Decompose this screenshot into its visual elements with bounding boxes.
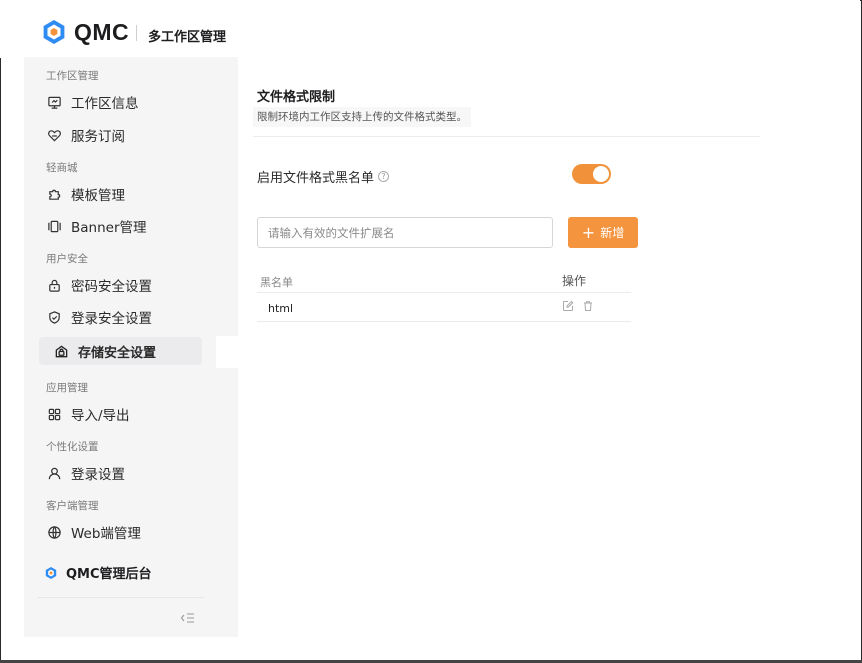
table-row-name: html xyxy=(268,302,294,315)
sidebar-item-label: 登录设置 xyxy=(71,467,125,483)
sidebar-item-import-export[interactable]: 导入/导出 xyxy=(42,400,206,428)
sidebar-gutter-notch xyxy=(216,336,238,368)
page-title: 多工作区管理 xyxy=(148,30,227,45)
sidebar-group-mall: 轻商城 xyxy=(46,162,78,174)
sidebar-item-label: 模板管理 xyxy=(71,188,125,204)
heart-icon xyxy=(46,127,62,143)
sidebar-item-label: 服务订阅 xyxy=(71,129,125,145)
grid-icon xyxy=(46,406,62,422)
storage-lock-icon xyxy=(53,343,69,359)
column-header-actions: 操作 xyxy=(562,274,587,288)
edit-icon[interactable] xyxy=(562,300,574,312)
sidebar-group-personalization: 个性化设置 xyxy=(46,441,99,453)
sidebar: 工作区管理 工作区信息 服务订阅 轻商城 模板管理 Banner管理 用户安全 … xyxy=(24,57,212,637)
logo[interactable]: QMC xyxy=(40,18,129,46)
main-content: 文件格式限制 限制环境内工作区支持上传的文件格式类型。 启用文件格式黑名单 ? … xyxy=(238,67,760,637)
sidebar-item-password-security[interactable]: 密码安全设置 xyxy=(42,271,206,299)
top-header: QMC 多工作区管理 xyxy=(0,0,860,58)
toggle-knob xyxy=(593,166,609,182)
lock-icon xyxy=(46,277,62,293)
qmc-admin-link[interactable]: QMC管理后台 xyxy=(44,563,152,582)
globe-icon xyxy=(46,524,62,540)
sidebar-item-web-management[interactable]: Web端管理 xyxy=(42,518,206,546)
help-icon[interactable]: ? xyxy=(378,171,390,182)
delete-icon[interactable] xyxy=(582,300,594,312)
sidebar-item-templates[interactable]: 模板管理 xyxy=(42,180,206,208)
blacklist-toggle-label: 启用文件格式黑名单 ? xyxy=(257,167,390,186)
toggle-label-text: 启用文件格式黑名单 xyxy=(257,171,375,186)
header-divider xyxy=(136,25,137,41)
add-button-label: 新增 xyxy=(600,226,625,240)
sidebar-group-client: 客户端管理 xyxy=(46,500,99,512)
sidebar-group-user-security: 用户安全 xyxy=(46,253,88,265)
sidebar-item-workspace-info[interactable]: 工作区信息 xyxy=(42,88,206,116)
plus-icon: + xyxy=(581,222,596,242)
sidebar-item-label: Banner管理 xyxy=(71,220,147,236)
table-row-divider xyxy=(257,321,631,322)
section-divider xyxy=(253,136,760,137)
sidebar-item-label: Web端管理 xyxy=(71,526,141,542)
sidebar-item-label: 登录安全设置 xyxy=(71,311,152,327)
sidebar-group-apps: 应用管理 xyxy=(46,382,88,394)
sidebar-footer-divider xyxy=(38,597,204,598)
puzzle-icon xyxy=(46,186,62,202)
sidebar-item-label: 导入/导出 xyxy=(71,408,130,424)
blacklist-toggle[interactable] xyxy=(572,164,611,184)
qmc-admin-icon xyxy=(44,566,58,580)
sidebar-item-login-security[interactable]: 登录安全设置 xyxy=(42,303,206,331)
sidebar-item-banner[interactable]: Banner管理 xyxy=(42,212,206,240)
sidebar-group-workspace: 工作区管理 xyxy=(46,70,99,82)
sidebar-item-storage-security[interactable]: 存储安全设置 xyxy=(39,337,202,365)
banner-icon xyxy=(46,218,62,234)
section-title: 文件格式限制 xyxy=(257,90,336,105)
collapse-icon[interactable] xyxy=(180,611,198,629)
shield-icon xyxy=(46,309,62,325)
sidebar-item-subscription[interactable]: 服务订阅 xyxy=(42,121,206,149)
add-button[interactable]: + 新增 xyxy=(568,217,638,248)
table-row-actions xyxy=(562,300,594,312)
extension-input[interactable] xyxy=(257,217,553,248)
table-header-divider xyxy=(257,292,631,293)
user-icon xyxy=(46,465,62,481)
column-header-blacklist: 黑名单 xyxy=(260,276,293,289)
sidebar-item-login-settings[interactable]: 登录设置 xyxy=(42,459,206,487)
sidebar-item-label: 工作区信息 xyxy=(71,96,139,112)
sidebar-item-label: 存储安全设置 xyxy=(78,345,157,361)
qmc-logo-icon xyxy=(40,18,68,46)
monitor-icon xyxy=(46,94,62,110)
logo-text: QMC xyxy=(74,18,130,45)
sidebar-item-label: 密码安全设置 xyxy=(71,279,152,295)
qmc-admin-label: QMC管理后台 xyxy=(66,567,152,582)
section-description: 限制环境内工作区支持上传的文件格式类型。 xyxy=(253,107,471,127)
